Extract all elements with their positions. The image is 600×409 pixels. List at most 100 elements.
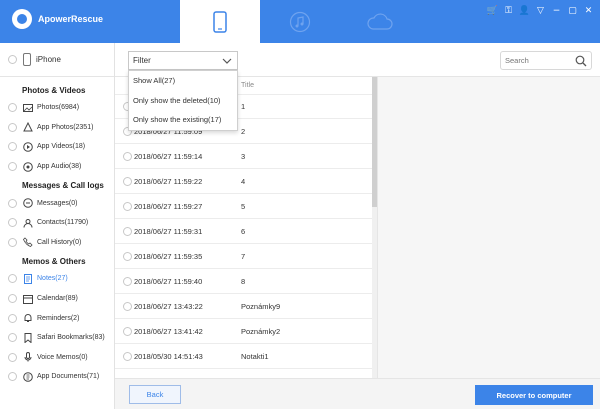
mic-icon xyxy=(23,352,33,362)
table-row[interactable]: 2018/06/27 11:59:40 8 xyxy=(115,269,372,294)
close-icon[interactable]: ✕ xyxy=(583,5,594,16)
row-checkbox[interactable] xyxy=(123,351,132,361)
row-checkbox[interactable] xyxy=(123,176,132,186)
checkbox[interactable] xyxy=(8,313,17,323)
contact-icon xyxy=(23,218,33,228)
tab-ios-device[interactable] xyxy=(180,0,260,43)
sidebar: iPhone Photos & Videos Photos(6984) App … xyxy=(0,43,115,409)
device-checkbox[interactable] xyxy=(8,55,17,64)
back-button[interactable]: Back xyxy=(129,385,181,404)
table-row[interactable]: 2018/05/30 14:51:43 Notakti1 xyxy=(115,344,372,369)
section-photos-videos: Photos & Videos xyxy=(22,86,86,95)
checkbox[interactable] xyxy=(8,237,17,247)
search-input[interactable] xyxy=(501,52,571,69)
checkbox[interactable] xyxy=(8,162,17,172)
checkbox[interactable] xyxy=(8,142,17,152)
row-checkbox[interactable] xyxy=(123,201,132,211)
brand: ApowerRescue xyxy=(12,8,103,30)
checkbox[interactable] xyxy=(8,103,17,113)
message-icon xyxy=(23,198,33,208)
tab-itunes[interactable] xyxy=(260,0,340,43)
sidebar-item-voice-memos[interactable]: Voice Memos(0) xyxy=(0,348,114,368)
row-time: 2018/06/27 13:41:42 xyxy=(134,326,203,336)
bookmark-icon xyxy=(23,332,33,343)
sidebar-item-calendar[interactable]: Calendar(89) xyxy=(0,289,114,309)
filter-option-deleted[interactable]: Only show the deleted(10) xyxy=(129,91,237,111)
sidebar-item-label: Safari Bookmarks(83) xyxy=(37,334,105,342)
sidebar-item-call-history[interactable]: Call History(0) xyxy=(0,233,114,253)
section-memos-others: Memos & Others xyxy=(22,257,86,267)
sidebar-item-reminders[interactable]: Reminders(2) xyxy=(0,308,114,328)
sidebar-item-contacts[interactable]: Contacts(11790) xyxy=(0,213,114,233)
recover-to-computer-button[interactable]: Recover to computer xyxy=(475,385,593,405)
row-checkbox[interactable] xyxy=(123,151,132,161)
row-checkbox[interactable] xyxy=(123,301,132,311)
filter-select[interactable]: Filter xyxy=(128,51,238,70)
sidebar-item-photos[interactable]: Photos(6984) xyxy=(0,98,114,118)
filter-option-show-all[interactable]: Show All(27) xyxy=(129,71,237,91)
bell-icon xyxy=(23,313,33,323)
sidebar-item-label: App Photos(2351) xyxy=(37,123,94,131)
table-row[interactable]: 2018/06/27 11:59:14 3 xyxy=(115,144,372,169)
search-box[interactable] xyxy=(500,51,592,70)
key-icon[interactable]: ⚿ xyxy=(503,5,514,16)
audio-icon xyxy=(23,161,33,172)
row-time: 2018/06/27 11:59:27 xyxy=(134,201,203,211)
row-checkbox[interactable] xyxy=(123,326,132,336)
device-name: iPhone xyxy=(36,55,61,64)
sidebar-item-safari-bookmarks[interactable]: Safari Bookmarks(83) xyxy=(0,328,114,348)
sidebar-item-label: Photos(6984) xyxy=(37,104,80,112)
table-row[interactable]: 2018/06/27 13:41:42 Poznámky2 xyxy=(115,319,372,344)
filter-label: Filter xyxy=(133,56,151,65)
row-checkbox[interactable] xyxy=(123,226,132,236)
checkbox[interactable] xyxy=(8,372,17,382)
checkbox[interactable] xyxy=(8,122,17,132)
sidebar-item-messages[interactable]: Messages(0) xyxy=(0,193,114,213)
chevron-down-icon xyxy=(222,58,232,64)
row-title: 7 xyxy=(241,251,246,261)
sidebar-item-label: Voice Memos(0) xyxy=(37,353,88,361)
shirt-icon[interactable]: ▽ xyxy=(535,5,546,16)
row-title: 4 xyxy=(241,176,246,186)
minimize-icon[interactable]: − xyxy=(551,5,562,16)
sidebar-item-notes[interactable]: Notes(27) xyxy=(0,269,114,289)
music-icon xyxy=(289,11,311,32)
checkbox[interactable] xyxy=(8,274,17,284)
note-preview-pane xyxy=(377,77,600,378)
checkbox[interactable] xyxy=(8,198,17,208)
sidebar-item-label: App Audio(38) xyxy=(37,163,82,171)
row-title: 6 xyxy=(241,226,246,236)
row-time: 2018/05/30 14:51:43 xyxy=(134,351,203,361)
sidebar-item-label: Notes(27) xyxy=(37,275,68,283)
row-title: 8 xyxy=(241,276,246,286)
sidebar-item-app-documents[interactable]: App Documents(71) xyxy=(0,367,114,387)
main-panel: Filter Title 1 2018/06/27 11:59:092 2018… xyxy=(115,43,600,409)
table-row[interactable]: 2018/06/27 11:59:22 4 xyxy=(115,169,372,194)
sidebar-item-app-photos[interactable]: App Photos(2351) xyxy=(0,118,114,138)
app-photo-icon xyxy=(23,122,33,132)
iphone-icon xyxy=(23,53,31,66)
table-row[interactable]: 2018/06/27 11:59:27 5 xyxy=(115,194,372,219)
table-row[interactable]: 2018/06/27 11:59:35 7 xyxy=(115,244,372,269)
tab-icloud[interactable] xyxy=(340,0,420,43)
maximize-icon[interactable]: ▢ xyxy=(567,5,578,16)
filter-option-existing[interactable]: Only show the existing(17) xyxy=(129,110,237,130)
cart-icon[interactable]: 🛒 xyxy=(487,5,498,16)
checkbox[interactable] xyxy=(8,333,17,343)
sidebar-item-label: App Videos(18) xyxy=(37,143,86,151)
user-icon[interactable]: 👤 xyxy=(519,5,530,16)
sidebar-item-app-videos[interactable]: App Videos(18) xyxy=(0,137,114,157)
sidebar-item-app-audio[interactable]: App Audio(38) xyxy=(0,157,114,177)
play-icon xyxy=(23,142,33,152)
checkbox[interactable] xyxy=(8,294,17,304)
row-time: 2018/06/27 11:59:35 xyxy=(134,251,203,261)
device-row[interactable]: iPhone xyxy=(0,43,114,77)
calendar-icon xyxy=(23,294,33,304)
checkbox[interactable] xyxy=(8,352,17,362)
table-row[interactable]: 2018/06/27 13:43:22 Poznámky9 xyxy=(115,294,372,319)
row-checkbox[interactable] xyxy=(123,251,132,261)
row-checkbox[interactable] xyxy=(123,276,132,286)
table-row[interactable]: 2018/06/27 11:59:31 6 xyxy=(115,219,372,244)
checkbox[interactable] xyxy=(8,218,17,228)
search-icon[interactable] xyxy=(575,55,587,67)
